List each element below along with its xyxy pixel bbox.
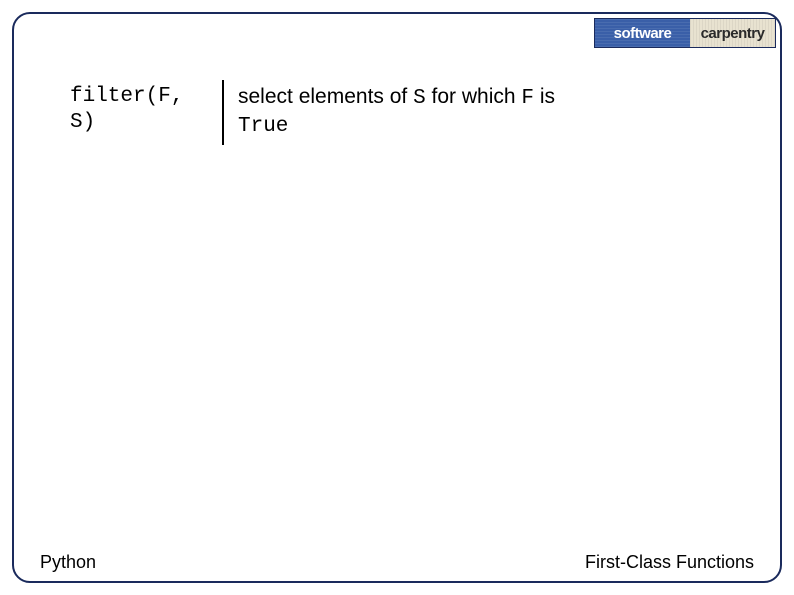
footer-left: Python bbox=[40, 552, 96, 573]
func-line1: filter(F, bbox=[70, 85, 183, 108]
func-line2: S) bbox=[70, 111, 95, 134]
function-desc-cell: select elements of S for which F is True bbox=[222, 80, 658, 145]
software-carpentry-logo: software carpentry bbox=[594, 18, 776, 48]
definition-table: filter(F, S) select elements of S for wh… bbox=[70, 80, 658, 145]
desc-code-f: F bbox=[521, 87, 534, 110]
table-row: filter(F, S) select elements of S for wh… bbox=[70, 80, 658, 145]
footer-right: First-Class Functions bbox=[585, 552, 754, 573]
logo-left-word: software bbox=[595, 19, 690, 47]
desc-line2: True bbox=[238, 115, 288, 138]
desc-suffix: is bbox=[534, 85, 555, 108]
logo-right-word: carpentry bbox=[690, 19, 775, 47]
desc-prefix: select elements of bbox=[238, 85, 413, 108]
desc-mid: for which bbox=[426, 85, 522, 108]
function-name-cell: filter(F, S) bbox=[70, 80, 222, 141]
desc-code-s: S bbox=[413, 87, 426, 110]
